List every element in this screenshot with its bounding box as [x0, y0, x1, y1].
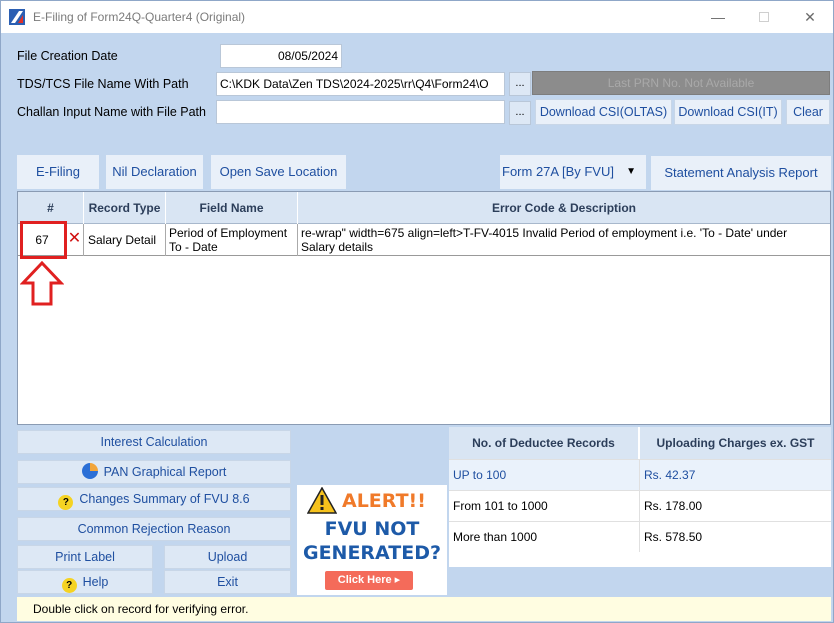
- open-save-location-button[interactable]: Open Save Location: [211, 155, 346, 189]
- charges-records: From 101 to 1000: [453, 499, 548, 513]
- main-window: E-Filing of Form24Q-Quarter4 (Original) …: [0, 0, 834, 623]
- col-header-field-name: Field Name: [166, 192, 298, 224]
- charges-row: From 101 to 1000 Rs. 178.00: [449, 490, 831, 521]
- tds-browse-button[interactable]: ...: [509, 72, 531, 96]
- upload-button[interactable]: Upload: [164, 545, 291, 569]
- pie-chart-icon: [81, 463, 98, 479]
- error-x-icon: ✕: [66, 224, 84, 256]
- alert-title: ALERT!!: [342, 490, 426, 512]
- charges-records: UP to 100: [453, 468, 507, 482]
- download-csi-it-button[interactable]: Download CSI(IT): [674, 99, 782, 125]
- charges-row: UP to 100 Rs. 42.37: [449, 459, 831, 490]
- error-grid[interactable]: # Record Type Field Name Error Code & De…: [17, 191, 831, 425]
- error-desc-line1: re-wrap" width=675 align=left>T-FV-4015 …: [301, 226, 788, 240]
- row-record-type: Salary Detail: [84, 224, 166, 256]
- help-icon: ?: [58, 495, 74, 510]
- minimize-button[interactable]: —: [695, 1, 741, 33]
- window-title: E-Filing of Form24Q-Quarter4 (Original): [33, 10, 246, 24]
- charges-header-charges: Uploading Charges ex. GST: [640, 427, 831, 459]
- maximize-button[interactable]: [741, 1, 787, 33]
- table-row[interactable]: 67 ✕ Salary Detail Period of Employment …: [18, 224, 830, 256]
- dropdown-arrow-icon: ▼: [626, 166, 636, 177]
- pan-graphical-report-button[interactable]: PAN Graphical Report: [17, 460, 291, 484]
- common-rejection-reason-button[interactable]: Common Rejection Reason: [17, 517, 291, 541]
- nil-declaration-button[interactable]: Nil Declaration: [106, 155, 203, 189]
- charges-divider: [639, 459, 640, 552]
- title-bar: E-Filing of Form24Q-Quarter4 (Original) …: [1, 1, 833, 33]
- status-bar: Double click on record for verifying err…: [17, 597, 831, 621]
- up-arrow-icon: [20, 261, 64, 306]
- fvu-alert-banner[interactable]: ALERT!! FVU NOT GENERATED? Click Here ▸: [297, 485, 447, 595]
- maximize-icon: [759, 12, 769, 22]
- close-icon: ✕: [804, 8, 816, 25]
- col-header-number: #: [18, 192, 84, 224]
- close-button[interactable]: ✕: [787, 1, 833, 33]
- field-name-line2: To - Date: [169, 240, 218, 254]
- charges-amount: Rs. 178.00: [644, 499, 703, 513]
- alert-line2: GENERATED?: [302, 542, 442, 564]
- pan-graphical-report-label: PAN Graphical Report: [103, 465, 227, 479]
- changes-summary-label: Changes Summary of FVU 8.6: [79, 492, 250, 506]
- alert-header: ALERT!!: [307, 487, 447, 515]
- app-icon: [9, 9, 25, 25]
- col-header-record-type: Record Type: [84, 192, 166, 224]
- help-button[interactable]: ? Help: [17, 570, 153, 594]
- col-header-error-description: Error Code & Description: [491, 201, 637, 215]
- help-label: Help: [82, 575, 109, 589]
- last-prn-display: Last PRN No. Not Available: [532, 71, 830, 95]
- changes-summary-button[interactable]: ? Changes Summary of FVU 8.6: [17, 487, 291, 511]
- clear-button[interactable]: Clear: [786, 99, 830, 125]
- exit-button[interactable]: Exit: [164, 570, 291, 594]
- row-field-name: Period of Employment To - Date: [166, 224, 298, 256]
- field-name-line1: Period of Employment: [169, 226, 288, 240]
- tds-file-field[interactable]: C:\KDK Data\Zen TDS\2024-2025\rr\Q4\Form…: [216, 72, 505, 96]
- highlight-box: [20, 221, 67, 259]
- interest-calculation-button[interactable]: Interest Calculation: [17, 430, 291, 454]
- alert-click-here-button[interactable]: Click Here ▸: [325, 571, 413, 590]
- challan-label: Challan Input Name with File Path: [17, 105, 206, 119]
- charges-table: No. of Deductee Records Uploading Charge…: [449, 427, 831, 567]
- charges-amount: Rs. 578.50: [644, 530, 703, 544]
- form-type-selected: Form 27A [By FVU]: [502, 164, 614, 179]
- challan-browse-button[interactable]: ...: [509, 101, 531, 125]
- charges-header-records: No. of Deductee Records: [449, 427, 639, 459]
- minimize-icon: —: [711, 9, 725, 25]
- statement-analysis-report-button[interactable]: Statement Analysis Report: [651, 156, 831, 190]
- help-question-icon: ?: [61, 578, 77, 593]
- warning-icon: [307, 487, 337, 514]
- charges-row: More than 1000 Rs. 578.50: [449, 521, 831, 552]
- file-creation-date-label: File Creation Date: [17, 49, 118, 63]
- file-creation-date-field[interactable]: 08/05/2024: [220, 44, 342, 68]
- row-error-description: re-wrap" width=675 align=left>T-FV-4015 …: [298, 224, 830, 256]
- efiling-button[interactable]: E-Filing: [17, 155, 99, 189]
- form-type-dropdown[interactable]: Form 27A [By FVU] ▼: [500, 155, 646, 189]
- grid-header: # Record Type Field Name Error Code & De…: [18, 192, 830, 224]
- print-label-button[interactable]: Print Label: [17, 545, 153, 569]
- download-csi-oltas-button[interactable]: Download CSI(OLTAS): [535, 99, 672, 125]
- charges-records: More than 1000: [453, 530, 538, 544]
- charges-amount: Rs. 42.37: [644, 468, 696, 482]
- challan-field[interactable]: [216, 100, 505, 124]
- error-desc-line2: Salary details: [301, 240, 374, 254]
- alert-line1: FVU NOT: [324, 518, 420, 540]
- tds-file-label: TDS/TCS File Name With Path: [17, 77, 189, 91]
